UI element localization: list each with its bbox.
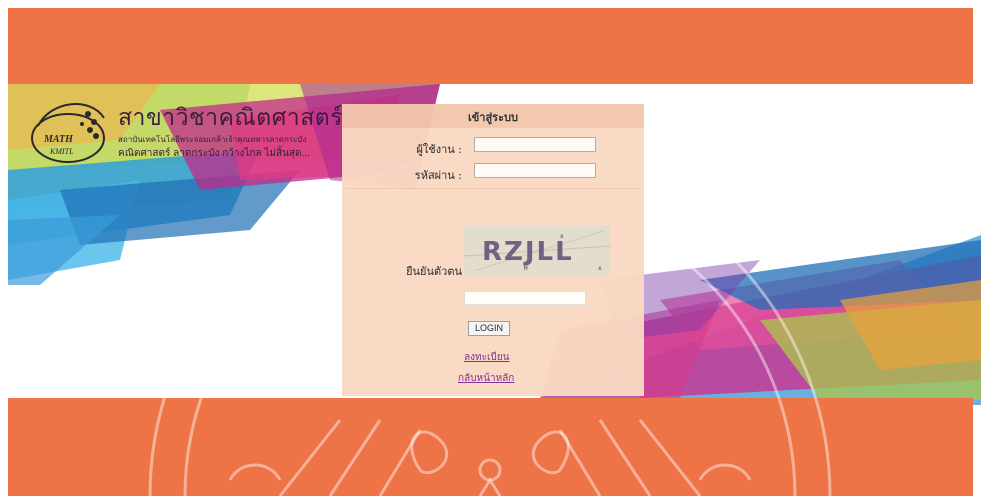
login-button[interactable]: LOGIN (468, 321, 510, 336)
username-input[interactable] (474, 137, 596, 152)
math-kmitl-logo: MATH KMITL (31, 103, 105, 163)
login-panel-header: เข้าสู่ระบบ (342, 104, 644, 128)
captcha-label: ยืนยันตัวตน (406, 265, 462, 278)
institute-name: สถาบันเทคโนโลยีพระจอมเกล้าเจ้าคุณทหารลาด… (118, 135, 307, 144)
login-title: เข้าสู่ระบบ (468, 111, 518, 124)
captcha-text: RZJLL (482, 237, 574, 267)
svg-text:H: H (524, 265, 528, 272)
username-label: ผู้ใช้งาน : (416, 143, 462, 156)
logo-text-math: MATH (43, 134, 74, 145)
password-input[interactable] (474, 163, 596, 178)
department-slogan: คณิตศาสตร์ ลาดกระบัง กว้างไกล ไม่สิ้นสุด… (118, 148, 310, 159)
logo-text-kmitl: KMITL (49, 147, 74, 156)
section-divider (346, 188, 640, 189)
password-label: รหัสผ่าน : (414, 169, 462, 182)
svg-text:x: x (560, 233, 564, 240)
department-title: สาขาวิชาคณิตศาสตร์ (118, 104, 344, 130)
register-link[interactable]: ลงทะเบียน (464, 350, 509, 365)
svg-text:x: x (598, 265, 602, 272)
back-to-home-link[interactable]: กลับหน้าหลัก (458, 371, 514, 386)
login-page: MATH KMITL สาขาวิชาคณิตศาสตร์ สถาบันเทคโ… (0, 0, 981, 496)
login-panel: เข้าสู่ระบบ ผู้ใช้งาน : รหัสผ่าน : ยืนยั… (342, 104, 644, 396)
captcha-image: RZJLL x x H (464, 226, 610, 276)
captcha-input[interactable] (464, 291, 586, 305)
